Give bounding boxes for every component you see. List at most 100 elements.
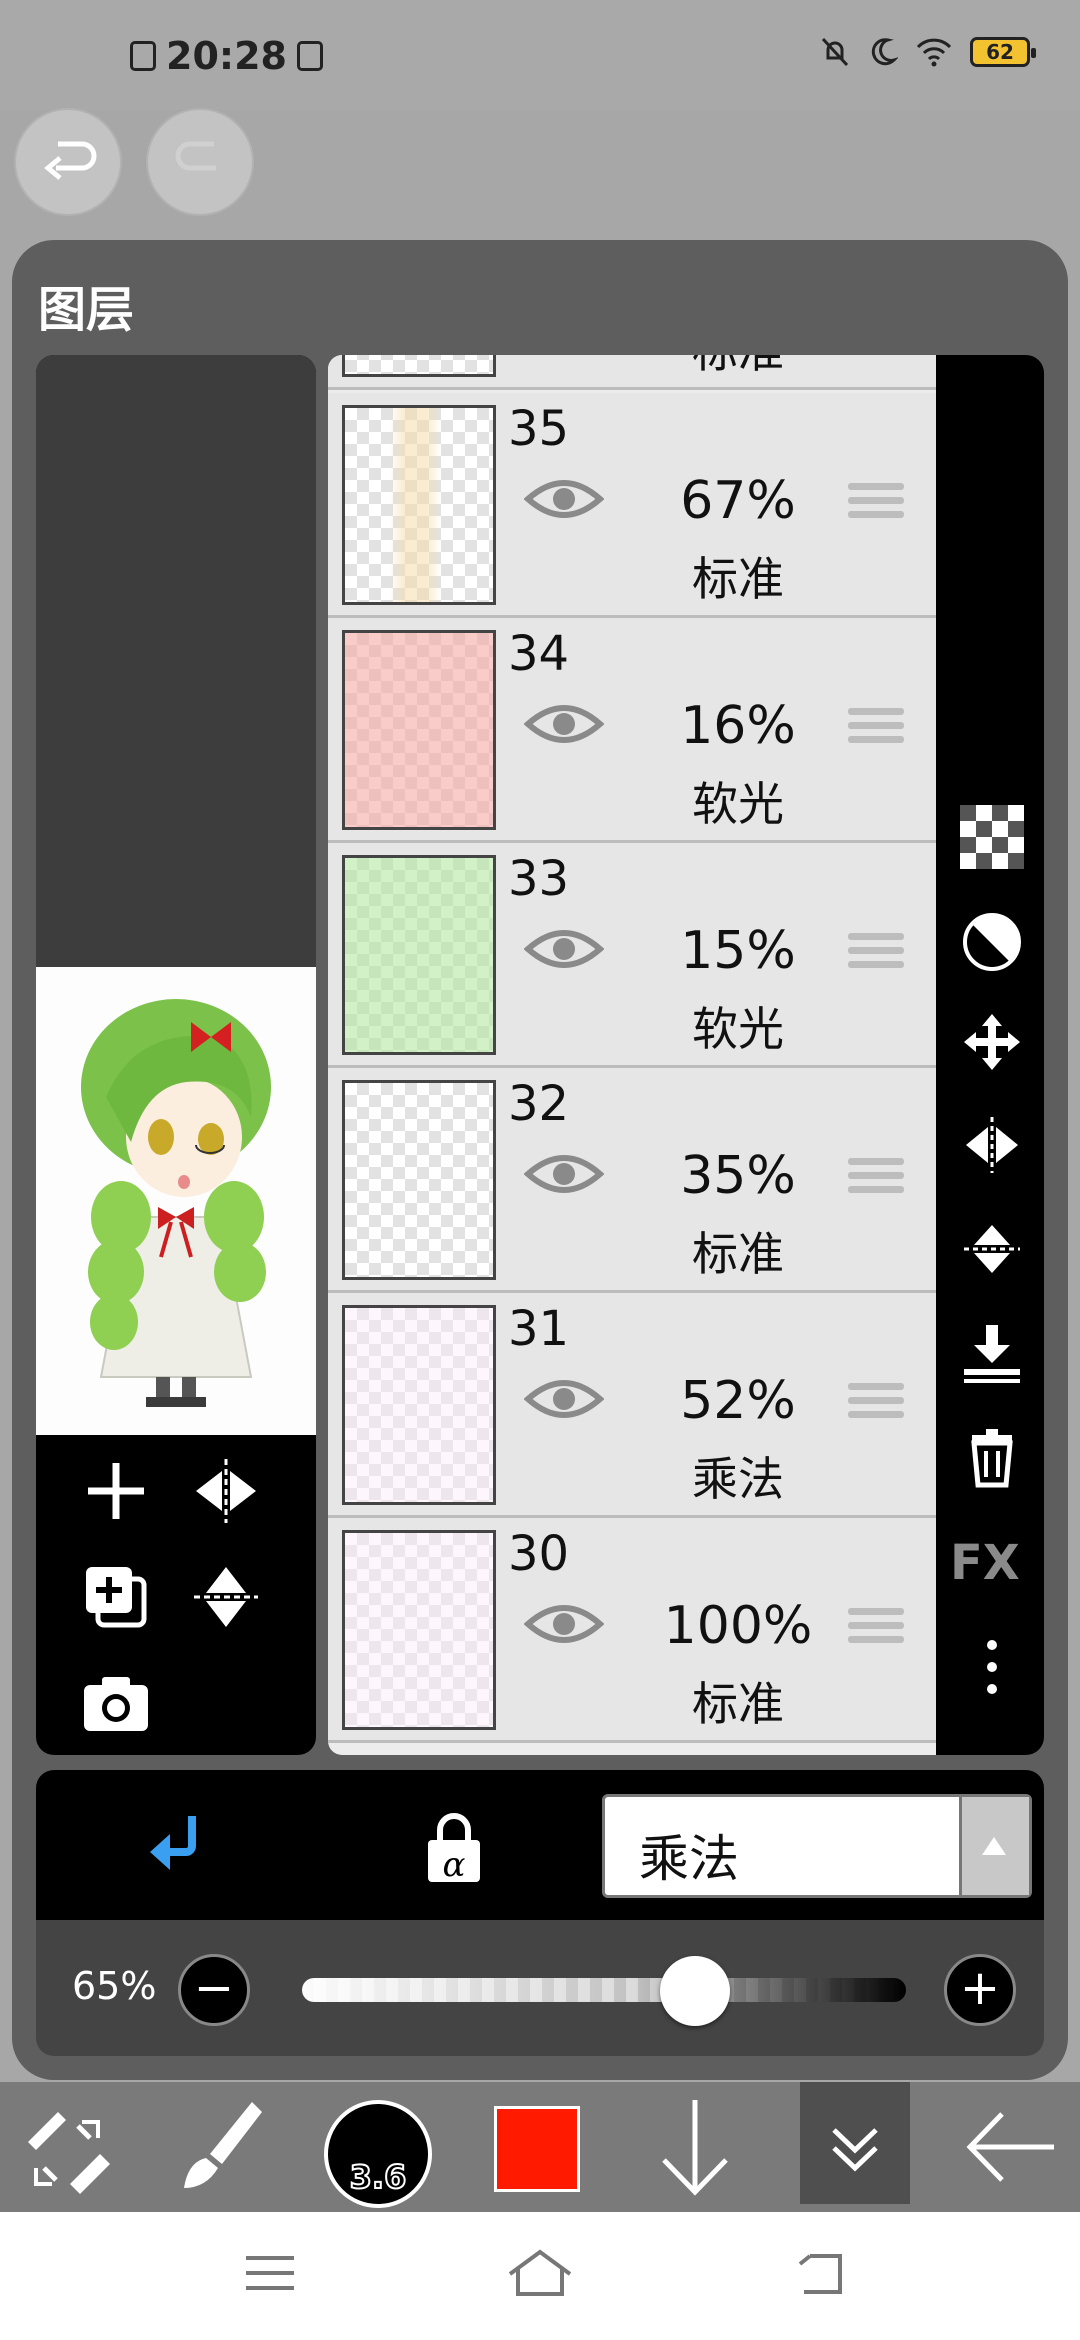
layer-number: 31 <box>508 1301 570 1357</box>
layer-opacity: 100% <box>663 1596 813 1656</box>
layer-content <box>345 1308 493 1502</box>
opacity-bar: 65% − + <box>36 1920 1044 2056</box>
invert-icon[interactable] <box>960 910 1024 974</box>
arrow-left-icon[interactable] <box>960 2092 1060 2202</box>
checker-icon[interactable] <box>960 805 1024 869</box>
camera-icon[interactable] <box>76 1663 156 1743</box>
layer-number: 33 <box>508 851 570 907</box>
flip-horizontal-icon[interactable] <box>960 1113 1024 1177</box>
layer-thumbnail <box>342 405 496 605</box>
status-bar: 20:28 62 <box>0 0 1080 110</box>
undo-icon <box>44 141 97 180</box>
flip-horizontal-icon[interactable] <box>186 1451 266 1531</box>
blend-mode-bar: α 乘法 <box>36 1770 1044 1920</box>
home-icon[interactable] <box>506 2248 574 2298</box>
brush-icon[interactable] <box>170 2092 270 2202</box>
layer-blend-mode: 标准 <box>692 552 784 606</box>
mute-icon <box>821 37 849 67</box>
blend-mode-value: 乘法 <box>639 1830 739 1888</box>
layer-opacity: 35% <box>680 1146 796 1206</box>
dropdown-arrow-icon[interactable] <box>959 1797 1029 1895</box>
more-vertical-icon[interactable] <box>960 1635 1024 1699</box>
layer-row[interactable]: 33 15% 软光 <box>328 843 936 1068</box>
layer-panel-toggle-button[interactable] <box>800 2082 910 2204</box>
eye-icon[interactable] <box>524 923 604 975</box>
layer-row[interactable]: 32 35% 标准 <box>328 1068 936 1293</box>
layer-thumbnail <box>342 1530 496 1730</box>
eye-icon[interactable] <box>524 473 604 525</box>
drag-handle-icon[interactable] <box>848 1158 904 1208</box>
undo-button[interactable] <box>14 108 122 216</box>
flip-vertical-icon[interactable] <box>960 1217 1024 1281</box>
fx-button[interactable]: FX <box>950 1535 1030 1599</box>
trash-icon[interactable] <box>960 1425 1024 1489</box>
character-illustration <box>36 967 316 1435</box>
svg-text:α: α <box>443 1845 466 1885</box>
copy-layer-icon[interactable] <box>76 1557 156 1637</box>
layer-opacity: 52% <box>680 1371 796 1431</box>
moon-icon <box>871 38 898 66</box>
back-icon[interactable] <box>790 2248 850 2298</box>
opacity-decrease-button[interactable]: − <box>178 1954 250 2026</box>
layer-thumbnail <box>342 1305 496 1505</box>
layer-thumbnail <box>342 855 496 1055</box>
eye-icon[interactable] <box>524 698 604 750</box>
color-swatch[interactable] <box>494 2106 580 2192</box>
clip-arrow-icon[interactable] <box>140 1806 220 1886</box>
canvas-preview[interactable] <box>36 967 316 1435</box>
opacity-label: 65% <box>72 1964 157 2008</box>
system-nav-bar <box>0 2212 1080 2340</box>
eye-icon[interactable] <box>524 1148 604 1200</box>
eye-icon[interactable] <box>524 1598 604 1650</box>
layer-row[interactable]: 30 100% 标准 <box>328 1518 936 1743</box>
drag-handle-icon[interactable] <box>848 933 904 983</box>
menu-icon[interactable] <box>240 2248 300 2298</box>
layer-blend-mode: 软光 <box>692 777 784 831</box>
battery-indicator: 62 <box>970 37 1036 67</box>
brush-size-value: 3.6 <box>349 2157 408 2197</box>
plus-icon[interactable] <box>76 1451 156 1531</box>
canvas-preview-column <box>36 355 316 1755</box>
layer-number: 30 <box>508 1526 570 1582</box>
opacity-increase-button[interactable]: + <box>944 1954 1016 2026</box>
layer-content <box>345 1533 493 1727</box>
layer-row[interactable]: 35 67% 标准 <box>328 393 936 618</box>
panel-title: 图层 <box>38 282 135 338</box>
flip-vertical-icon[interactable] <box>186 1557 266 1637</box>
move-icon[interactable] <box>960 1010 1024 1074</box>
drag-handle-icon[interactable] <box>848 1383 904 1433</box>
layer-thumbnail <box>342 355 496 377</box>
layer-row[interactable]: 标准 <box>328 355 936 390</box>
status-time: 20:28 <box>166 34 287 78</box>
drag-handle-icon[interactable] <box>848 483 904 533</box>
layer-number: 32 <box>508 1076 570 1132</box>
alpha-lock-icon[interactable]: α <box>414 1806 494 1886</box>
redo-button[interactable] <box>146 108 254 216</box>
layer-panel: 图层 35 67% 标准 34 16% 软光 33 15% 软光 32 35% … <box>12 240 1068 2080</box>
brush-size-button[interactable]: 3.6 <box>324 2100 432 2208</box>
blend-mode-select[interactable]: 乘法 <box>602 1794 1032 1898</box>
pen-eraser-toggle-icon[interactable] <box>18 2092 118 2202</box>
layer-blend-mode: 标准 <box>692 1227 784 1281</box>
layer-row[interactable]: 31 52% 乘法 <box>328 1293 936 1518</box>
layer-tools-column: FX <box>936 355 1044 1755</box>
layer-thumbnail <box>342 630 496 830</box>
arrow-down-icon[interactable] <box>650 2092 740 2202</box>
layer-opacity: 16% <box>680 696 796 756</box>
layer-row[interactable]: 34 16% 软光 <box>328 618 936 843</box>
eye-icon[interactable] <box>524 1373 604 1425</box>
layer-number: 34 <box>508 626 570 682</box>
layer-blend-mode: 标准 <box>628 355 848 381</box>
triangle-up-icon <box>982 1837 1006 1855</box>
opacity-slider[interactable] <box>302 1978 906 2002</box>
layer-opacity: 15% <box>680 921 796 981</box>
redo-icon <box>175 141 216 171</box>
opacity-slider-knob[interactable] <box>659 1956 730 2026</box>
drag-handle-icon[interactable] <box>848 1608 904 1658</box>
drag-handle-icon[interactable] <box>848 708 904 758</box>
merge-down-icon[interactable] <box>960 1321 1024 1385</box>
layer-blend-mode: 乘法 <box>692 1452 784 1506</box>
layer-content <box>345 633 493 827</box>
layer-number: 35 <box>508 401 570 457</box>
preview-background <box>36 355 316 967</box>
